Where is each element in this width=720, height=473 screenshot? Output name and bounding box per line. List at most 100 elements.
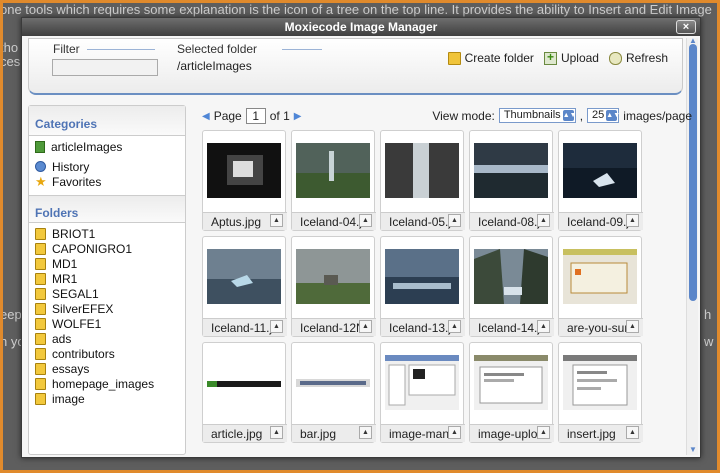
thumbnail-tile[interactable]: Iceland-09.j ▲ [558, 130, 643, 231]
thumbnail-image [296, 355, 370, 410]
thumbnail-tile[interactable]: bar.jpg ▲ [291, 342, 376, 443]
close-button[interactable]: × [676, 20, 696, 34]
thumbnail-tile[interactable]: Iceland-08.j ▲ [469, 130, 554, 231]
file-menu-button[interactable]: ▲ [270, 214, 283, 227]
folder-label: CAPONIGRO1 [52, 241, 133, 256]
star-icon: ★ [35, 173, 47, 189]
per-page-select[interactable]: 25 ▲▼ [587, 108, 620, 123]
folder-icon [35, 392, 46, 405]
file-menu-button[interactable]: ▲ [626, 214, 639, 227]
folder-item[interactable]: MD1 [35, 256, 185, 271]
topbar-actions: Create folder Upload Refresh [447, 50, 668, 65]
folder-item[interactable]: contributors [35, 346, 185, 361]
folder-label: ads [52, 331, 72, 346]
folder-item[interactable]: SilverEFEX [35, 301, 185, 316]
category-icon [35, 140, 45, 153]
folder-label: SEGAL1 [52, 286, 99, 301]
category-item-favorites[interactable]: ★ Favorites [35, 174, 185, 189]
folder-item[interactable]: BRIOT1 [35, 226, 185, 241]
folder-label: image [52, 391, 85, 406]
thumbnail-tile[interactable]: Iceland-12N ▲ [291, 236, 376, 337]
thumbnail-tile[interactable]: are-you-sure ▲ [558, 236, 643, 337]
thumbnail-tile[interactable]: Iceland-04.j ▲ [291, 130, 376, 231]
filter-label: Filter [53, 42, 80, 56]
refresh-button[interactable]: Refresh [608, 51, 668, 65]
folder-label: SilverEFEX [52, 301, 114, 316]
sidebar: Categories articleImages History ★ Favor… [28, 105, 186, 455]
vertical-scrollbar[interactable]: ▲ ▼ [686, 37, 698, 455]
folder-icon [35, 332, 46, 345]
page-total: of 1 [269, 109, 290, 123]
file-menu-button[interactable]: ▲ [537, 320, 550, 333]
file-menu-button[interactable]: ▲ [270, 426, 283, 439]
folder-item[interactable]: ads [35, 331, 185, 346]
file-menu-button[interactable]: ▲ [626, 320, 639, 333]
topbar: Filter Selected folder /articleImages Cr… [28, 38, 683, 95]
divider [282, 49, 322, 50]
bg-line: h [704, 307, 712, 322]
view-mode-controls: View mode: Thumbnails ▲▼ , 25 ▲▼ images/pa… [432, 108, 692, 123]
file-menu-button[interactable]: ▲ [537, 426, 550, 439]
next-page-icon[interactable]: ▶ [294, 111, 302, 122]
view-mode-value: Thumbnails [503, 109, 561, 121]
thumbnail-tile[interactable]: Iceland-13.j ▲ [380, 236, 465, 337]
file-menu-button[interactable]: ▲ [448, 214, 461, 227]
thumbnail-image [385, 355, 459, 410]
folder-item[interactable]: WOLFE1 [35, 316, 185, 331]
scroll-down-icon[interactable]: ▼ [688, 446, 698, 454]
thumbnail-image [385, 143, 459, 198]
file-menu-button[interactable]: ▲ [270, 320, 283, 333]
category-item-history[interactable]: History [35, 159, 185, 174]
thumbnail-tile[interactable]: Iceland-11.j ▲ [202, 236, 287, 337]
thumbnail-tile[interactable]: Iceland-05.j ▲ [380, 130, 465, 231]
thumbnail-tile[interactable]: image-mana ▲ [380, 342, 465, 443]
thumbnail-image [207, 355, 281, 410]
upload-button[interactable]: Upload [543, 50, 599, 65]
folder-item[interactable]: CAPONIGRO1 [35, 241, 185, 256]
thumbnail-tile[interactable]: Iceland-14.j ▲ [469, 236, 554, 337]
create-folder-icon [447, 51, 461, 65]
selected-folder-label: Selected folder [177, 42, 258, 56]
create-folder-label: Create folder [464, 51, 534, 65]
category-label: articleImages [51, 139, 123, 154]
category-item-articleimages[interactable]: articleImages [35, 139, 185, 154]
folder-item[interactable]: image [35, 391, 185, 406]
category-label: Favorites [52, 174, 102, 189]
image-manager-dialog: Moxiecode Image Manager × Filter Selecte… [21, 17, 701, 458]
scrollbar-thumb[interactable] [689, 44, 697, 301]
thumbnail-image [385, 249, 459, 304]
file-menu-button[interactable]: ▲ [626, 426, 639, 439]
file-menu-button[interactable]: ▲ [448, 320, 461, 333]
filter-input[interactable] [52, 59, 158, 76]
thumbnail-tile[interactable]: image-uploa ▲ [469, 342, 554, 443]
file-menu-button[interactable]: ▲ [359, 426, 372, 439]
create-folder-button[interactable]: Create folder [447, 51, 534, 65]
bg-line: tho [0, 40, 19, 55]
upload-icon [543, 50, 557, 65]
categories-list: articleImages History ★ Favorites [29, 136, 185, 189]
thumbnail-tile[interactable]: article.jpg ▲ [202, 342, 287, 443]
folder-item[interactable]: homepage_images [35, 376, 185, 391]
folder-item[interactable]: essays [35, 361, 185, 376]
file-menu-button[interactable]: ▲ [448, 426, 461, 439]
page-number-input[interactable]: 1 [245, 108, 266, 124]
view-mode-select[interactable]: Thumbnails ▲▼ [498, 108, 577, 123]
dialog-titlebar[interactable]: Moxiecode Image Manager × [22, 18, 700, 36]
dialog-title: Moxiecode Image Manager [284, 20, 438, 34]
thumbnail-tile[interactable]: Aptus.jpg ▲ [202, 130, 287, 231]
folder-item[interactable]: MR1 [35, 271, 185, 286]
refresh-label: Refresh [625, 51, 668, 65]
view-toolbar: ◀ Page 1 of 1 ▶ View mode: Thumbnails ▲▼ … [202, 108, 692, 126]
folder-icon [35, 347, 46, 360]
folder-label: contributors [52, 346, 115, 361]
thumbnail-tile[interactable]: insert.jpg ▲ [558, 342, 643, 443]
file-menu-button[interactable]: ▲ [359, 214, 372, 227]
thumbnail-image [296, 249, 370, 304]
thumbnail-image [474, 249, 548, 304]
prev-page-icon[interactable]: ◀ [202, 111, 210, 122]
file-menu-button[interactable]: ▲ [537, 214, 550, 227]
bg-line: ces [0, 54, 21, 69]
file-menu-button[interactable]: ▲ [359, 320, 372, 333]
bg-line: eep [0, 307, 22, 322]
folder-item[interactable]: SEGAL1 [35, 286, 185, 301]
